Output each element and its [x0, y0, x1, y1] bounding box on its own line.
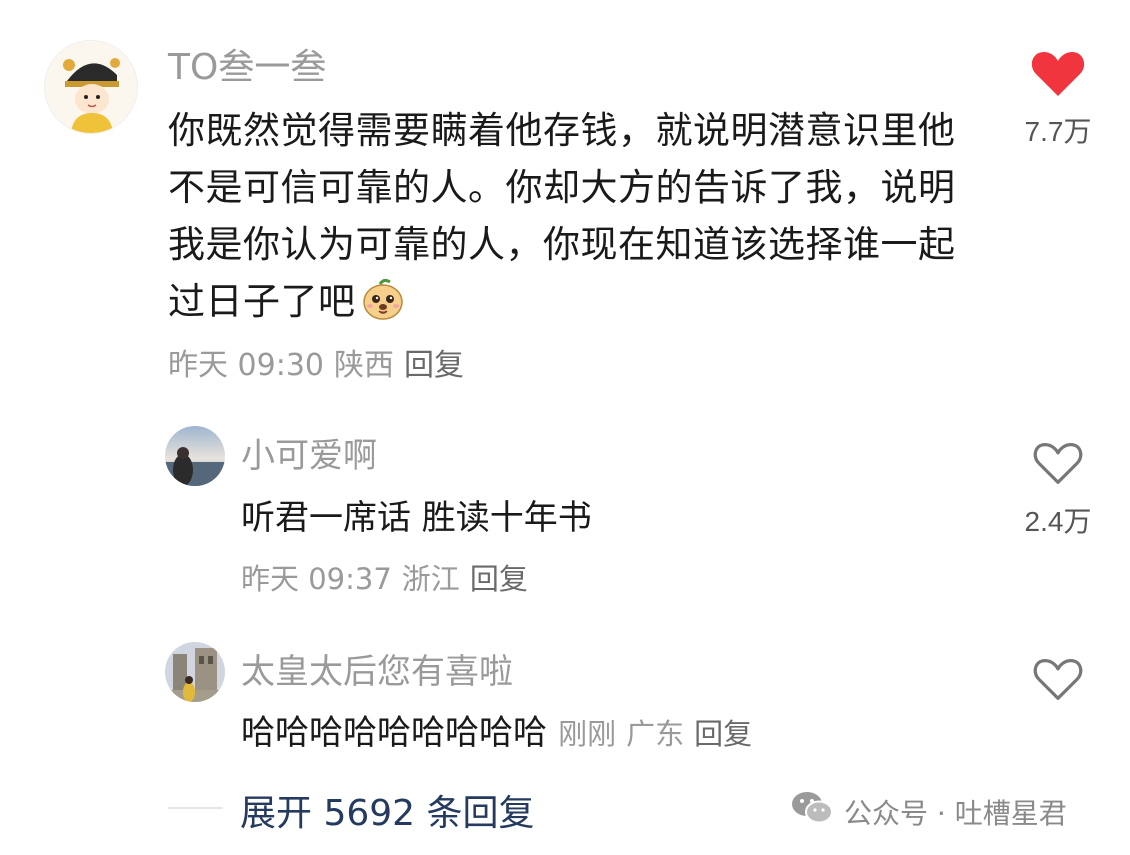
- reply-1-location: 浙江: [401, 562, 460, 596]
- reply-1-text: 听君一席话 胜读十年书: [241, 498, 592, 538]
- comment-username[interactable]: TO叁一叁: [168, 38, 326, 90]
- expand-replies-button[interactable]: 展开 5692 条回复: [240, 784, 535, 836]
- comment-reply-button[interactable]: 回复: [404, 348, 464, 383]
- comment-like-count: 7.7万: [1024, 116, 1092, 147]
- reply-2-like-button[interactable]: [1013, 656, 1103, 702]
- reply-1-time: 昨天 09:37: [241, 562, 392, 596]
- reply-2-username[interactable]: 太皇太后您有喜啦: [241, 644, 513, 693]
- expand-divider: [168, 807, 223, 809]
- reply-2-meta: 刚刚 广东 回复: [558, 717, 752, 751]
- comment-like-button[interactable]: 7.7万: [1013, 48, 1103, 150]
- comment-time: 昨天 09:30: [168, 348, 324, 383]
- watermark-text: 公众号 · 吐槽星君: [844, 796, 1067, 830]
- avatar-reply-2[interactable]: [165, 642, 225, 702]
- reply-1-reply-button[interactable]: 回复: [470, 562, 528, 596]
- reply-1-like-count: 2.4万: [1024, 506, 1092, 537]
- reply-2-text: 哈哈哈哈哈哈哈哈哈: [241, 713, 547, 753]
- reply-2-time: 刚刚: [558, 717, 617, 751]
- comment-meta: 昨天 09:30 陕西 回复: [168, 340, 464, 384]
- comment-text-content: 你既然觉得需要瞒着他存钱，就说明潜意识里他不是可信可靠的人。你却大方的告诉了我，…: [168, 109, 956, 323]
- reply-1-meta: 昨天 09:37 浙江 回复: [241, 556, 528, 598]
- avatar-main[interactable]: [44, 40, 138, 134]
- comment-location: 陕西: [334, 348, 394, 383]
- watermark: 公众号 · 吐槽星君: [790, 790, 1067, 833]
- heart-outline-icon: [1033, 442, 1083, 484]
- reply-2-reply-button[interactable]: 回复: [694, 717, 752, 751]
- reply-1-like-button[interactable]: 2.4万: [1013, 440, 1103, 540]
- avatar-reply-1[interactable]: [165, 426, 225, 486]
- heart-filled-icon: [1031, 52, 1085, 96]
- reply-2-line: 哈哈哈哈哈哈哈哈哈 刚刚 广东 回复: [241, 705, 752, 754]
- heart-outline-icon: [1033, 658, 1083, 700]
- wechat-icon: [790, 790, 834, 833]
- comment-text: 你既然觉得需要瞒着他存钱，就说明潜意识里他不是可信可靠的人。你却大方的告诉了我，…: [168, 102, 958, 338]
- reply-2-location: 广东: [626, 717, 685, 751]
- reply-1-username[interactable]: 小可爱啊: [241, 428, 377, 477]
- smiling-dog-emoji-icon: [360, 276, 406, 338]
